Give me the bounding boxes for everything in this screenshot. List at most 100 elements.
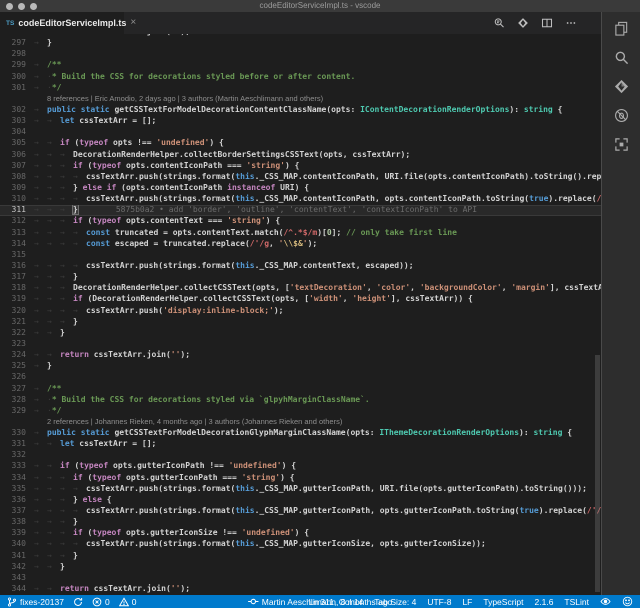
code-lens-row[interactable]: 8 references | Eric Amodio, 2 days ago |… xyxy=(0,94,601,105)
code-line[interactable]: 320→→→→cssTextArr.push('display:inline-b… xyxy=(0,306,601,317)
code-line[interactable]: 316→→→→cssTextArr.push(strings.format(th… xyxy=(0,261,601,272)
code-line[interactable]: 322→→} xyxy=(0,328,601,339)
status-item[interactable]: LF xyxy=(462,597,472,607)
code-line[interactable]: 306→→→DecorationRenderHelper.collectBord… xyxy=(0,150,601,161)
extensions-icon[interactable] xyxy=(609,136,633,152)
tab-codeeditorserviceimpl[interactable]: TS codeEditorServiceImpl.ts × xyxy=(0,12,124,34)
code-line[interactable]: 299→/** xyxy=(0,60,601,71)
line-number[interactable]: 322 xyxy=(0,328,34,339)
line-number[interactable]: 305 xyxy=(0,138,34,149)
line-number[interactable]: 340 xyxy=(0,539,34,550)
line-number[interactable]: 311 xyxy=(0,205,34,216)
line-number[interactable]: 313 xyxy=(0,228,34,239)
code-line[interactable]: 304 xyxy=(0,127,601,138)
code-line[interactable]: 298 xyxy=(0,49,601,60)
code-lens-row[interactable]: 2 references | Johannes Rieken, 4 months… xyxy=(0,417,601,428)
code-line[interactable]: 324→→return cssTextArr.join(''); xyxy=(0,350,601,361)
code-line[interactable]: 311→→→}5875b0a2 • add 'border', 'outline… xyxy=(0,205,601,216)
line-number[interactable]: 302 xyxy=(0,105,34,116)
code-line[interactable]: 323 xyxy=(0,339,601,350)
line-number[interactable]: 303 xyxy=(0,116,34,127)
line-number[interactable]: 329 xyxy=(0,406,34,417)
line-number[interactable]: 314 xyxy=(0,239,34,250)
line-number[interactable]: 318 xyxy=(0,283,34,294)
line-number[interactable]: 337 xyxy=(0,506,34,517)
line-number[interactable]: 343 xyxy=(0,573,34,584)
debug-icon[interactable] xyxy=(609,107,633,123)
line-number[interactable]: 309 xyxy=(0,183,34,194)
status-item-git-commit[interactable]: Martin Aeschlimann, 8 months ago xyxy=(248,596,392,607)
status-item-error[interactable]: 0 xyxy=(92,597,110,607)
code-line[interactable]: 317→→→} xyxy=(0,272,601,283)
code-line[interactable]: 303→→let cssTextArr = []; xyxy=(0,116,601,127)
line-number[interactable]: 325 xyxy=(0,361,34,372)
code-line[interactable]: 342→→} xyxy=(0,562,601,573)
code-line[interactable]: 301→·*/ xyxy=(0,83,601,94)
line-number[interactable]: 320 xyxy=(0,306,34,317)
status-item-eye[interactable] xyxy=(600,596,611,607)
code-line[interactable]: 337→→→→cssTextArr.push(strings.format(th… xyxy=(0,506,601,517)
close-tab-icon[interactable]: × xyxy=(130,18,136,28)
zoom-button[interactable] xyxy=(30,3,37,10)
code-line[interactable]: 307→→→if (typeof opts.contentIconPath ==… xyxy=(0,161,601,172)
line-number[interactable] xyxy=(0,94,34,105)
line-number[interactable]: 341 xyxy=(0,551,34,562)
gitlens-icon[interactable] xyxy=(517,17,529,29)
blame-search-icon[interactable] xyxy=(493,17,505,29)
split-editor-icon[interactable] xyxy=(541,17,553,29)
status-item-sync[interactable] xyxy=(73,597,83,607)
code-line[interactable]: 343 xyxy=(0,573,601,584)
line-number[interactable]: 310 xyxy=(0,194,34,205)
code-line[interactable]: 335→→→→cssTextArr.push(strings.format(th… xyxy=(0,484,601,495)
line-number[interactable]: 338 xyxy=(0,517,34,528)
line-number[interactable]: 331 xyxy=(0,439,34,450)
line-number[interactable]: 324 xyxy=(0,350,34,361)
code-line[interactable]: 339→→→if (typeof opts.gutterIconSize !==… xyxy=(0,528,601,539)
line-number[interactable]: 304 xyxy=(0,127,34,138)
status-item[interactable]: TypeScript xyxy=(483,597,523,607)
status-item[interactable]: 2.1.6 xyxy=(535,597,554,607)
status-item-warning[interactable]: 0 xyxy=(119,597,137,607)
code-line[interactable]: 338→→→} xyxy=(0,517,601,528)
line-number[interactable]: 306 xyxy=(0,150,34,161)
line-number[interactable]: 321 xyxy=(0,317,34,328)
code-line[interactable]: 336→→→} else { xyxy=(0,495,601,506)
line-number[interactable]: 316 xyxy=(0,261,34,272)
status-item-git-branch[interactable]: fixes-20137 xyxy=(7,597,64,607)
line-number[interactable]: 335 xyxy=(0,484,34,495)
line-number[interactable]: 332 xyxy=(0,450,34,461)
line-number[interactable]: 312 xyxy=(0,216,34,227)
code-line[interactable]: 319→→→if (DecorationRenderHelper.collect… xyxy=(0,294,601,305)
line-number[interactable]: 319 xyxy=(0,294,34,305)
code-editor[interactable]: 296→→return cssTextArr.join('');297→}298… xyxy=(0,34,601,595)
search-icon[interactable] xyxy=(609,49,633,65)
code-line[interactable]: 309→→→} else if (opts.contentIconPath in… xyxy=(0,183,601,194)
code-line[interactable]: 329→·*/ xyxy=(0,406,601,417)
code-line[interactable]: 308→→→→cssTextArr.push(strings.format(th… xyxy=(0,172,601,183)
code-line[interactable]: 315 xyxy=(0,250,601,261)
code-line[interactable]: 333→→if (typeof opts.gutterIconPath !== … xyxy=(0,461,601,472)
line-number[interactable]: 328 xyxy=(0,395,34,406)
code-line[interactable]: 327→/** xyxy=(0,384,601,395)
vertical-scrollbar[interactable] xyxy=(595,355,600,592)
status-item[interactable]: TSLint xyxy=(564,597,589,607)
line-number[interactable]: 330 xyxy=(0,428,34,439)
line-number[interactable]: 336 xyxy=(0,495,34,506)
code-line[interactable]: 312→→→if (typeof opts.contentText === 's… xyxy=(0,216,601,227)
line-number[interactable]: 323 xyxy=(0,339,34,350)
line-number[interactable]: 342 xyxy=(0,562,34,573)
line-number[interactable]: 344 xyxy=(0,584,34,595)
code-line[interactable]: 325→} xyxy=(0,361,601,372)
line-number[interactable]: 326 xyxy=(0,372,34,383)
explorer-icon[interactable] xyxy=(609,20,633,36)
code-line[interactable]: 326 xyxy=(0,372,601,383)
close-button[interactable] xyxy=(6,3,13,10)
code-line[interactable]: 314→→→→const escaped = truncated.replace… xyxy=(0,239,601,250)
more-actions-icon[interactable] xyxy=(565,17,577,29)
line-number[interactable]: 327 xyxy=(0,384,34,395)
line-number[interactable]: 299 xyxy=(0,60,34,71)
code-line[interactable]: 341→→→} xyxy=(0,551,601,562)
minimize-button[interactable] xyxy=(18,3,25,10)
code-line[interactable]: 344→→return cssTextArr.join(''); xyxy=(0,584,601,595)
code-line[interactable]: 302→public static getCSSTextForModelDeco… xyxy=(0,105,601,116)
